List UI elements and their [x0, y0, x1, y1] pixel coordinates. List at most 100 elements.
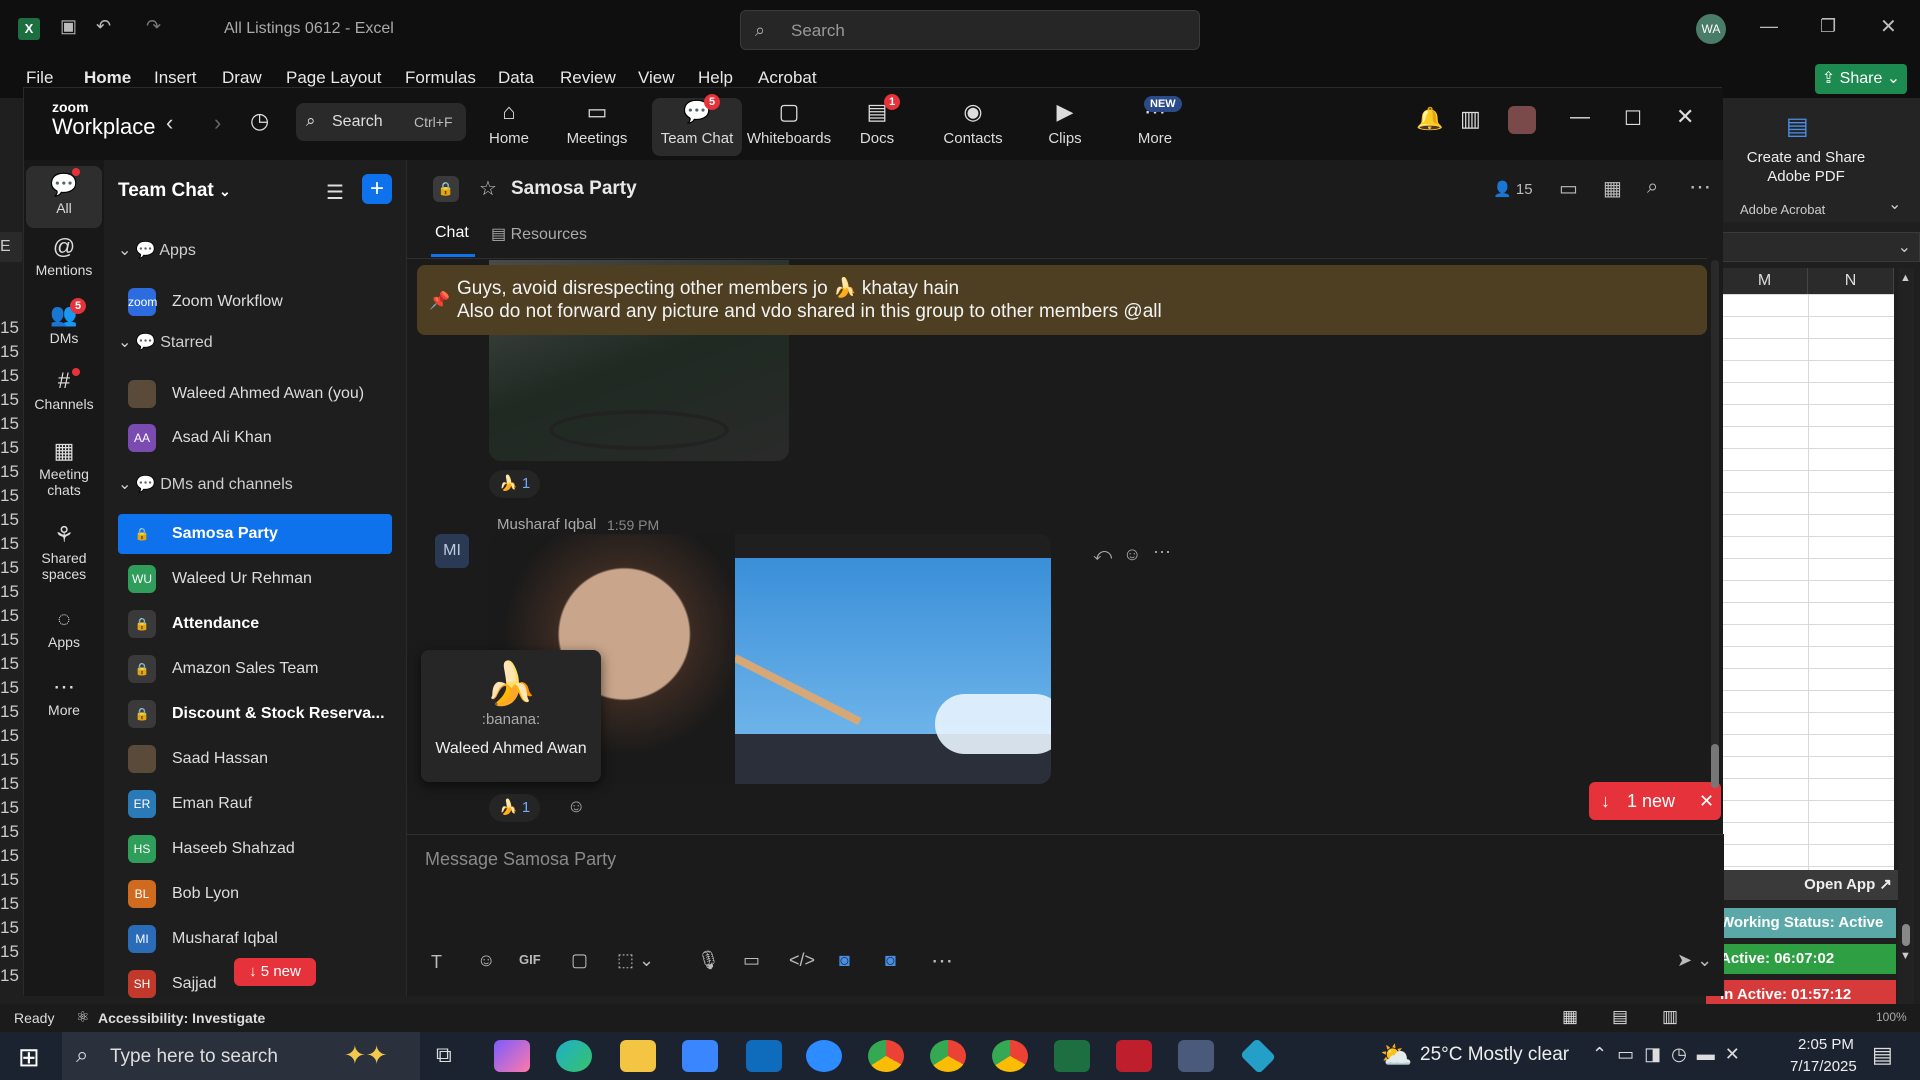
excel-taskbar-icon[interactable] [1054, 1040, 1090, 1072]
nav-docs[interactable]: ▤ Docs 1 [832, 94, 922, 147]
tab-home[interactable]: Home [84, 68, 131, 88]
tab-file[interactable]: File [26, 68, 53, 88]
team-chat-heading[interactable]: Team Chat ⌄ [118, 180, 231, 202]
new-messages-list-badge[interactable]: ↓ 5 new [234, 958, 316, 986]
dismiss-new-icon[interactable]: ✕ [1699, 782, 1714, 820]
profile-avatar[interactable] [1508, 106, 1536, 134]
section-apps[interactable]: ⌄ 💬 Apps [118, 240, 196, 260]
row-number[interactable]: 15 [0, 798, 22, 818]
code-snippet-icon[interactable]: </> [789, 950, 815, 971]
new-messages-button[interactable]: ↓ 1 new ✕ [1589, 782, 1721, 820]
formula-expand-icon[interactable]: ⌄ [1898, 237, 1911, 257]
forward-arrow-icon[interactable]: › [214, 110, 221, 136]
add-reaction-icon[interactable]: ☺ [1123, 544, 1141, 565]
tab-chat[interactable]: Chat [435, 224, 469, 242]
taskbar-search[interactable]: ⌕ Type here to search ✦✦ [62, 1032, 420, 1080]
tab-resources[interactable]: ▤ Resources [491, 224, 587, 244]
audio-message-icon[interactable]: 🎙 [697, 950, 720, 971]
save-icon[interactable]: ▣ [60, 16, 77, 37]
row-number[interactable]: 15 [0, 726, 22, 746]
nav-whiteboards[interactable]: ▢ Whiteboards [744, 98, 834, 147]
row-number[interactable]: 15 [0, 654, 22, 674]
row-number[interactable]: 15 [0, 342, 22, 362]
tab-view[interactable]: View [638, 68, 675, 88]
tab-page-layout[interactable]: Page Layout [286, 68, 381, 88]
ribbon-collapse-icon[interactable]: ⌄ [1888, 194, 1901, 214]
row-number[interactable]: 15 [0, 318, 22, 338]
create-share-pdf-button[interactable]: Create and Share Adobe PDF [1726, 148, 1886, 186]
row-number[interactable]: 15 [0, 870, 22, 890]
filezilla-icon[interactable] [1116, 1040, 1152, 1072]
chat-list-item[interactable]: BL Bob Lyon [118, 874, 392, 914]
excel-search-box[interactable]: ⌕ Search [740, 10, 1200, 50]
video-call-icon[interactable]: ▭ [1559, 176, 1578, 201]
chat-list-item[interactable]: 🔒 Amazon Sales Team [118, 649, 392, 689]
reaction-chip-1[interactable]: 🍌 1 [489, 470, 541, 498]
message-more-icon[interactable]: ⋯ [1153, 542, 1171, 563]
nav-clips[interactable]: ▶ Clips [1020, 98, 1110, 147]
restore-icon[interactable]: ❐ [1820, 16, 1836, 37]
row-number[interactable]: 15 [0, 702, 22, 722]
row-number[interactable]: 15 [0, 438, 22, 458]
edge-icon[interactable] [556, 1040, 592, 1072]
file-icon[interactable]: ▢ [571, 950, 588, 971]
calculator-icon[interactable] [1178, 1040, 1214, 1072]
rail-all[interactable]: 💬 All [26, 166, 102, 228]
section-dms[interactable]: ⌄ 💬 DMs and channels [118, 474, 293, 494]
add-reaction-chip-icon[interactable]: ☺ [567, 796, 585, 817]
notifications-bell-icon[interactable]: 🔔 [1416, 106, 1443, 132]
chat-scrollbar[interactable] [1711, 260, 1719, 788]
row-number[interactable]: 15 [0, 606, 22, 626]
calendar-icon[interactable]: ▦ [1603, 176, 1622, 201]
filter-icon[interactable]: ☰ [326, 180, 344, 205]
chat-list-item[interactable]: AA Asad Ali Khan [118, 418, 392, 458]
page-layout-view-icon[interactable]: ▤ [1612, 1007, 1628, 1027]
row-number[interactable]: 15 [0, 558, 22, 578]
row-number[interactable]: 15 [0, 894, 22, 914]
chat-list-item[interactable]: 🔒 Attendance [118, 604, 392, 644]
tab-acrobat[interactable]: Acrobat [758, 68, 817, 88]
history-icon[interactable]: ◷ [250, 108, 269, 134]
back-arrow-icon[interactable]: ‹ [166, 110, 173, 136]
message-input[interactable]: Message Samosa Party [425, 849, 1685, 909]
copilot-icon[interactable] [494, 1040, 530, 1072]
page-break-view-icon[interactable]: ▥ [1662, 1007, 1678, 1027]
store-icon[interactable] [682, 1040, 718, 1072]
rail-shared-spaces[interactable]: ⚘ Shared spaces [26, 520, 102, 582]
windows-start-icon[interactable]: ⊞ [18, 1042, 40, 1073]
undo-icon[interactable]: ↶ [96, 16, 111, 37]
send-icon[interactable]: ➤ ⌄ [1677, 950, 1712, 971]
row-number[interactable]: 15 [0, 582, 22, 602]
chrome-icon-3[interactable] [992, 1040, 1028, 1072]
redo-icon[interactable]: ↷ [146, 16, 161, 37]
rail-more[interactable]: ⋯ More [26, 672, 102, 718]
nav-meetings[interactable]: ▭ Meetings [552, 98, 642, 147]
star-icon[interactable]: ☆ [479, 176, 497, 201]
column-header-n[interactable]: N [1808, 268, 1894, 294]
zoom-level[interactable]: 100% [1876, 1010, 1907, 1024]
chat-list-item[interactable]: zoom Zoom Workflow [118, 282, 392, 322]
clock-time[interactable]: 2:05 PM [1798, 1036, 1854, 1053]
share-button[interactable]: ⇪ Share ⌄ [1815, 64, 1907, 94]
app-2-icon[interactable]: ◙ [885, 950, 896, 971]
sender-name[interactable]: Musharaf Iqbal [497, 516, 596, 533]
nav-contacts[interactable]: ◉ Contacts [928, 98, 1018, 147]
tab-formulas[interactable]: Formulas [405, 68, 476, 88]
more-tools-icon[interactable]: ⋯ [931, 948, 953, 974]
row-number[interactable]: 15 [0, 942, 22, 962]
video-message-icon[interactable]: ▭ [743, 950, 760, 971]
members-icon[interactable]: 👤 15 [1493, 180, 1533, 198]
calendar-app-icon[interactable]: ▥ [1460, 106, 1481, 132]
new-chat-button[interactable]: + [362, 174, 392, 204]
row-number[interactable]: 15 [0, 774, 22, 794]
chat-list-item[interactable]: Saad Hassan [118, 739, 392, 779]
task-view-icon[interactable]: ⧉ [436, 1042, 452, 1068]
rail-dms[interactable]: 👥 DMs 5 [26, 298, 102, 346]
close-icon[interactable]: ✕ [1880, 14, 1897, 39]
tab-data[interactable]: Data [498, 68, 534, 88]
reply-icon[interactable]: ⤺ [1093, 544, 1112, 565]
format-text-icon[interactable]: T [431, 952, 442, 973]
spreadsheet-cells[interactable] [1722, 294, 1894, 870]
reaction-chip-2[interactable]: 🍌 1 [489, 794, 541, 822]
chat-list-item[interactable]: ER Eman Rauf [118, 784, 392, 824]
